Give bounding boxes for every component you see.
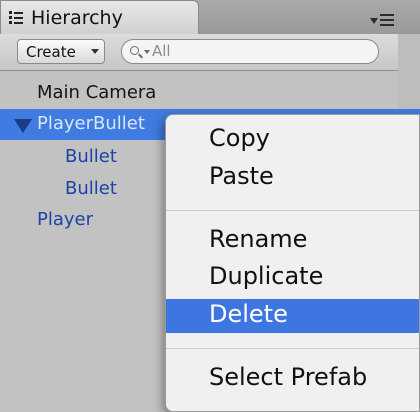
- hierarchy-item-label: Main Camera: [37, 82, 157, 103]
- context-menu: Copy Paste Rename Duplicate Delete Selec…: [165, 114, 420, 412]
- tab-title: Hierarchy: [31, 7, 123, 29]
- hierarchy-item-main-camera[interactable]: Main Camera: [0, 78, 420, 108]
- menu-item-label: Rename: [209, 225, 308, 253]
- tab-strip: Hierarchy: [0, 0, 420, 36]
- toolbar: Create: [0, 34, 420, 71]
- create-button[interactable]: Create: [17, 39, 105, 64]
- menu-item-label: Delete: [209, 300, 288, 328]
- hierarchy-item-label: Bullet: [65, 178, 117, 199]
- menu-item-duplicate[interactable]: Duplicate: [166, 261, 419, 295]
- menu-item-delete[interactable]: Delete: [166, 299, 419, 333]
- hierarchy-item-label: Bullet: [65, 146, 117, 167]
- tab-hierarchy[interactable]: Hierarchy: [0, 0, 199, 36]
- search-input[interactable]: [152, 41, 362, 61]
- menu-item-label: Select Prefab: [209, 363, 368, 391]
- expand-triangle-icon[interactable]: [14, 119, 32, 133]
- panel-menu-icon[interactable]: [368, 11, 396, 29]
- list-icon: [9, 11, 23, 24]
- menu-item-copy[interactable]: Copy: [166, 123, 419, 157]
- menu-item-label: Duplicate: [209, 262, 324, 290]
- menu-item-select-prefab[interactable]: Select Prefab: [166, 362, 419, 396]
- menu-item-paste[interactable]: Paste: [166, 161, 419, 195]
- menu-item-rename[interactable]: Rename: [166, 224, 419, 258]
- search-field[interactable]: [121, 39, 379, 64]
- menu-separator: [166, 210, 419, 211]
- search-filter-caret-icon[interactable]: [144, 50, 150, 54]
- create-button-label: Create: [26, 43, 76, 61]
- menu-separator: [166, 348, 419, 349]
- caret-down-icon: [91, 49, 99, 54]
- search-icon[interactable]: [130, 46, 143, 59]
- hierarchy-item-label: PlayerBullet: [37, 113, 145, 134]
- hierarchy-item-label: Player: [37, 209, 94, 230]
- hierarchy-panel: Hierarchy Create Main Camera PlayerBulle…: [0, 0, 420, 412]
- menu-item-label: Paste: [209, 162, 274, 190]
- menu-item-label: Copy: [209, 124, 270, 152]
